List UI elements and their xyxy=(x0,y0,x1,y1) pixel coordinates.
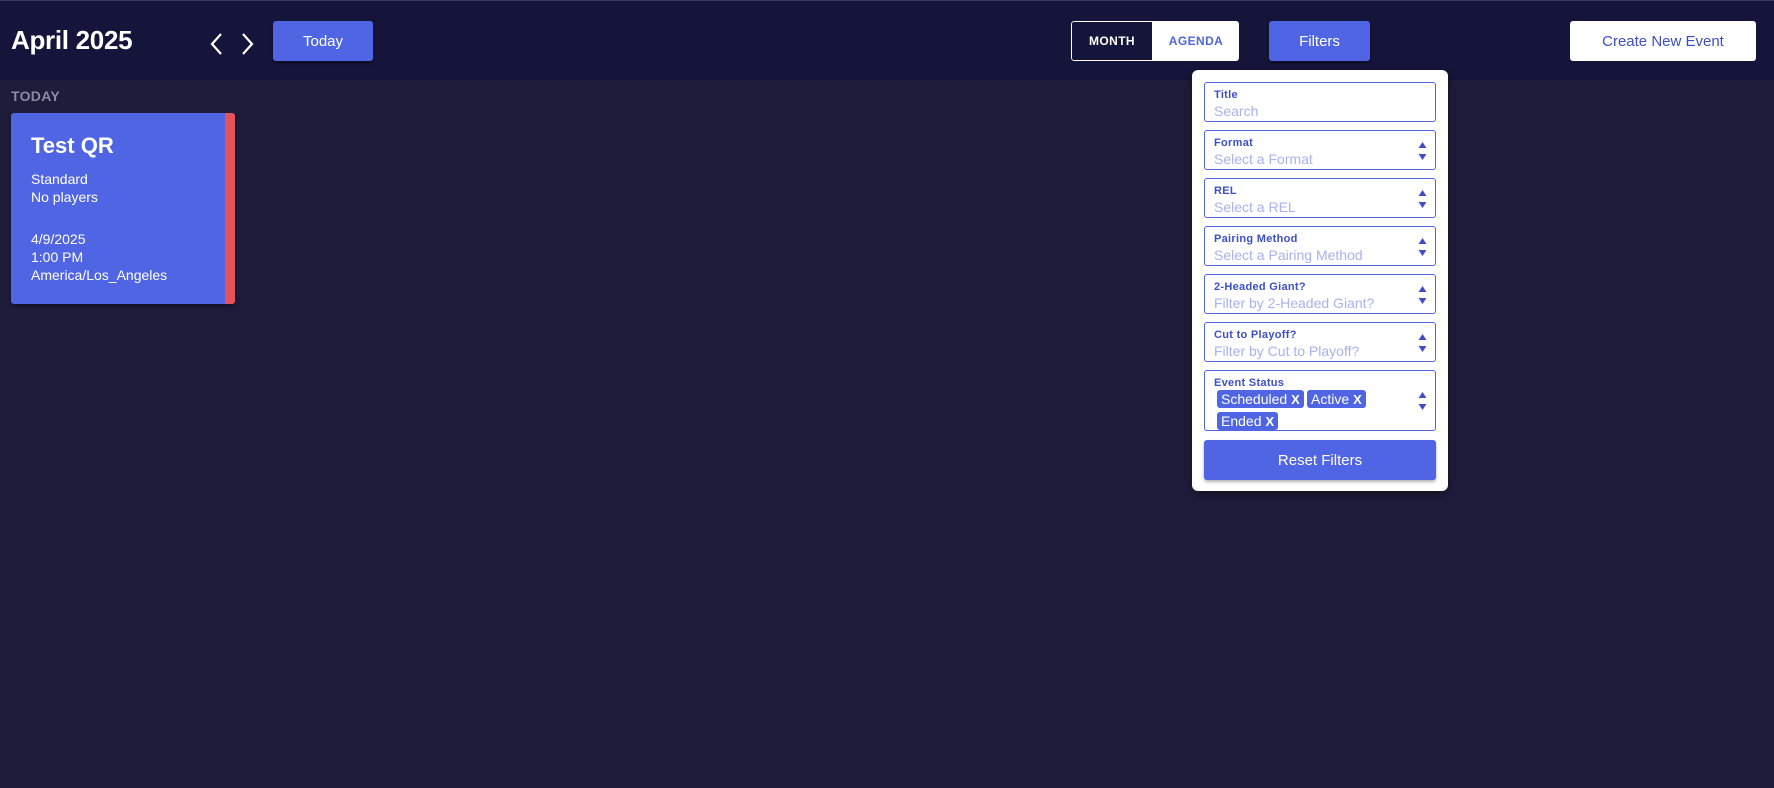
event-time: 1:00 PM xyxy=(31,249,84,265)
two-headed-giant-filter-placeholder: Filter by 2-Headed Giant? xyxy=(1214,295,1375,311)
pairing-method-filter-placeholder: Select a Pairing Method xyxy=(1214,247,1363,263)
title-filter-placeholder: Search xyxy=(1214,103,1259,119)
cut-to-playoff-filter-select[interactable]: Cut to Playoff? Filter by Cut to Playoff… xyxy=(1204,322,1436,362)
title-filter-input[interactable]: Title Search xyxy=(1204,82,1436,122)
event-timezone: America/Los_Angeles xyxy=(31,267,168,283)
format-filter-label: Format xyxy=(1214,137,1254,149)
previous-month-button[interactable] xyxy=(207,31,227,57)
status-chip-label: Ended xyxy=(1221,413,1262,429)
status-chip-active: Active X xyxy=(1307,390,1366,408)
rel-filter-select[interactable]: REL Select a REL xyxy=(1204,178,1436,218)
chevron-right-icon xyxy=(242,33,254,55)
view-agenda-button[interactable]: AGENDA xyxy=(1153,21,1239,61)
sort-arrows-icon xyxy=(1418,238,1427,256)
reset-filters-button[interactable]: Reset Filters xyxy=(1204,440,1436,480)
event-date: 4/9/2025 xyxy=(31,231,86,247)
filters-button[interactable]: Filters xyxy=(1269,21,1370,61)
filters-panel: Title Search Format Select a Format REL … xyxy=(1192,70,1448,491)
pairing-method-filter-select[interactable]: Pairing Method Select a Pairing Method xyxy=(1204,226,1436,266)
today-button[interactable]: Today xyxy=(273,21,373,61)
sort-arrows-icon xyxy=(1418,286,1427,304)
status-chip-scheduled: Scheduled X xyxy=(1217,390,1304,408)
event-status-filter-label: Event Status xyxy=(1214,377,1285,389)
next-month-button[interactable] xyxy=(237,31,257,57)
status-chip-label: Active xyxy=(1311,391,1350,407)
create-event-button[interactable]: Create New Event xyxy=(1570,21,1756,61)
sort-arrows-icon xyxy=(1418,392,1427,410)
event-status-filter-select[interactable]: Event Status Scheduled X Active X Ended … xyxy=(1204,370,1436,431)
status-chip-label: Scheduled xyxy=(1221,391,1288,407)
event-players: No players xyxy=(31,189,98,205)
title-filter-label: Title xyxy=(1214,89,1238,101)
cut-to-playoff-filter-placeholder: Filter by Cut to Playoff? xyxy=(1214,343,1360,359)
event-card[interactable]: Test QR Standard No players 4/9/2025 1:0… xyxy=(11,113,235,304)
sort-arrows-icon xyxy=(1418,334,1427,352)
chevron-left-icon xyxy=(210,33,222,55)
remove-chip-icon[interactable]: X xyxy=(1353,392,1362,407)
event-title: Test QR xyxy=(31,133,114,158)
remove-chip-icon[interactable]: X xyxy=(1265,414,1274,429)
view-month-button[interactable]: MONTH xyxy=(1071,21,1153,61)
top-toolbar: April 2025 Today MONTH AGENDA Filters Cr… xyxy=(0,0,1774,80)
cut-to-playoff-filter-label: Cut to Playoff? xyxy=(1214,329,1297,341)
event-status-stripe xyxy=(225,113,235,304)
sort-arrows-icon xyxy=(1418,142,1427,160)
two-headed-giant-filter-label: 2-Headed Giant? xyxy=(1214,281,1306,293)
format-filter-select[interactable]: Format Select a Format xyxy=(1204,130,1436,170)
two-headed-giant-filter-select[interactable]: 2-Headed Giant? Filter by 2-Headed Giant… xyxy=(1204,274,1436,314)
sort-arrows-icon xyxy=(1418,190,1427,208)
view-toggle: MONTH AGENDA xyxy=(1071,21,1239,61)
remove-chip-icon[interactable]: X xyxy=(1291,392,1300,407)
format-filter-placeholder: Select a Format xyxy=(1214,151,1313,167)
event-format: Standard xyxy=(31,171,88,187)
rel-filter-placeholder: Select a REL xyxy=(1214,199,1296,215)
rel-filter-label: REL xyxy=(1214,185,1237,197)
day-section-label: TODAY xyxy=(11,88,60,104)
month-title: April 2025 xyxy=(11,25,133,55)
status-chip-ended: Ended X xyxy=(1217,412,1279,430)
pairing-method-filter-label: Pairing Method xyxy=(1214,233,1298,245)
